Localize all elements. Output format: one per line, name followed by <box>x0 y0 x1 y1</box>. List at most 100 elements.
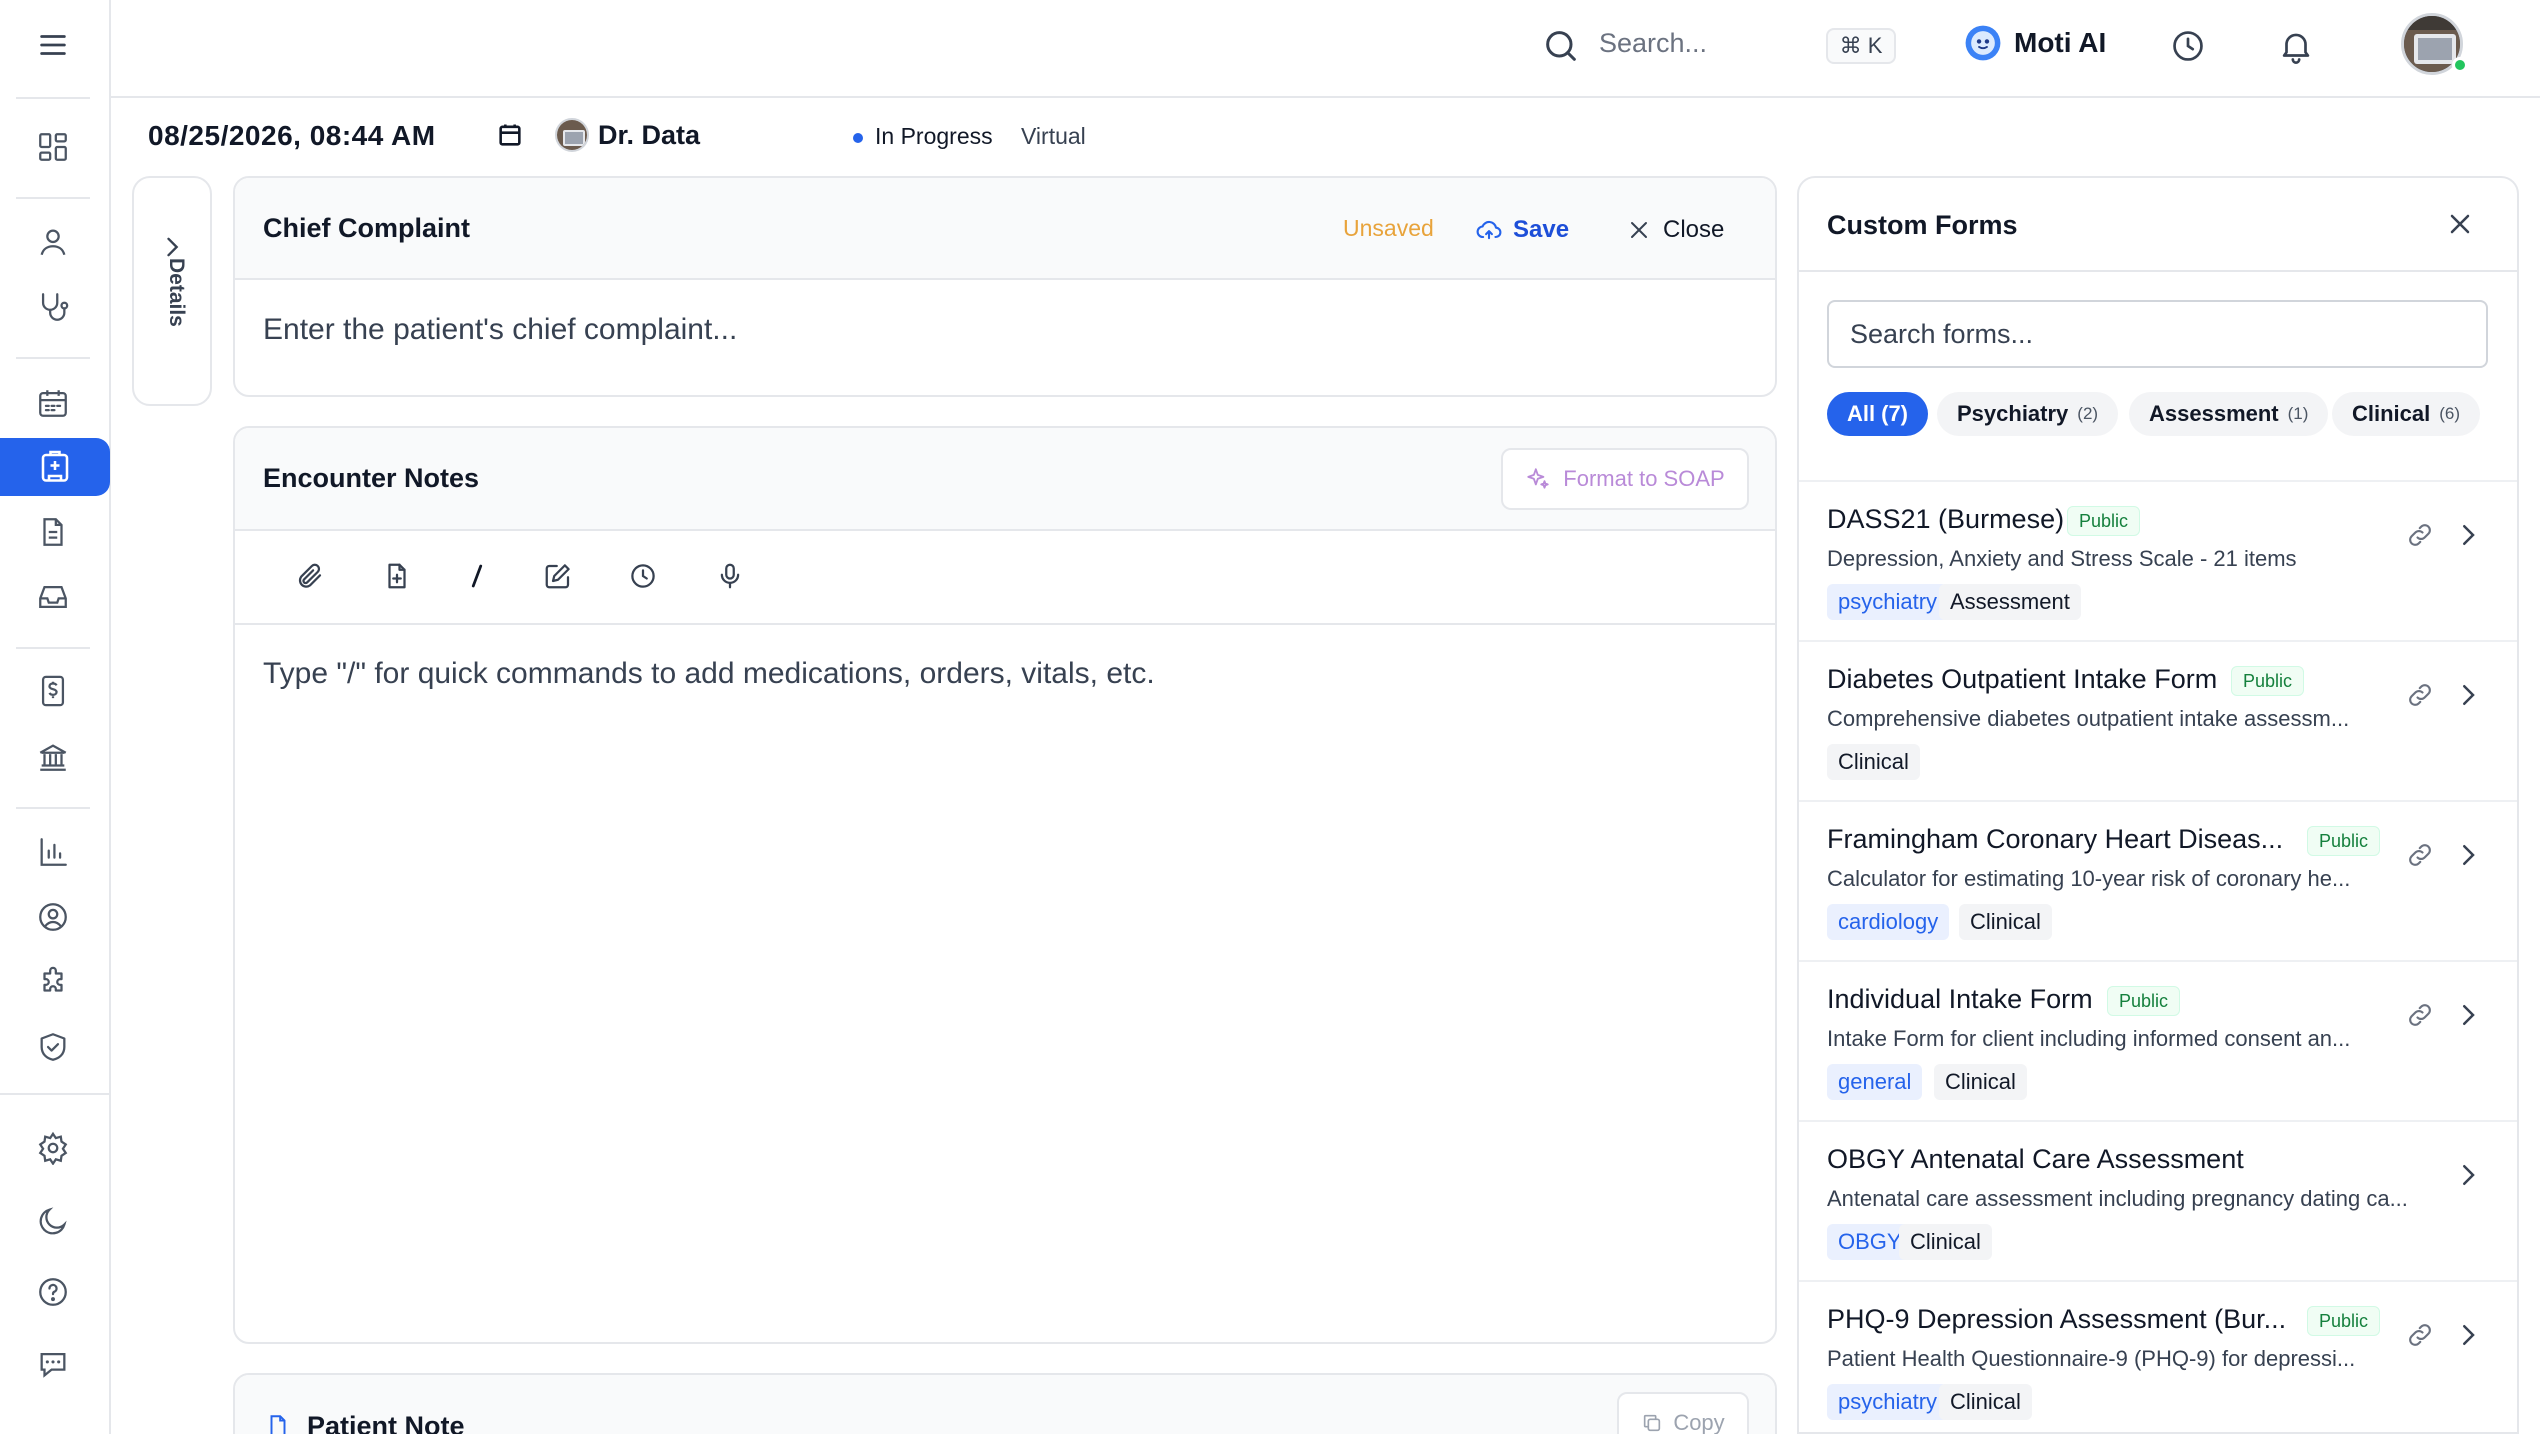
filter-chip-psychiatry[interactable]: Psychiatry (2) <box>1937 392 2119 436</box>
filter-chip-assessment[interactable]: Assessment (1) <box>2129 392 2329 436</box>
chevron-right-icon[interactable] <box>2453 1320 2483 1350</box>
puzzle-icon[interactable] <box>26 955 80 1009</box>
clock-icon[interactable] <box>628 561 658 591</box>
moon-icon[interactable] <box>26 1194 80 1248</box>
form-tag: Clinical <box>1827 744 1920 780</box>
form-list-item[interactable]: Framingham Coronary Heart Diseas... Publ… <box>1799 800 2517 960</box>
chief-complaint-header: Chief Complaint Unsaved Save Close <box>235 178 1775 280</box>
form-description: Antenatal care assessment including preg… <box>1827 1186 2408 1211</box>
patient-note-title: Patient Note <box>307 1411 465 1434</box>
encounter-status[interactable]: In Progress <box>875 123 993 150</box>
help-icon[interactable] <box>26 1265 80 1319</box>
sidebar-divider <box>16 97 90 99</box>
format-to-soap-label: Format to SOAP <box>1563 466 1725 491</box>
user-circle-icon[interactable] <box>26 890 80 944</box>
filter-count: (6) <box>2439 404 2461 423</box>
billing-icon[interactable] <box>26 664 80 718</box>
file-plus-icon[interactable] <box>382 561 412 591</box>
link-icon[interactable] <box>2405 680 2435 710</box>
chevron-right-icon <box>158 233 186 261</box>
public-badge: Public <box>2307 826 2381 856</box>
cloud-upload-icon <box>1475 216 1503 244</box>
filter-chip-clinical[interactable]: Clinical (6) <box>2332 392 2481 436</box>
details-tab-label: Details <box>165 258 188 327</box>
analytics-icon[interactable] <box>26 825 80 879</box>
encounter-notes-header: Encounter Notes Format to SOAP <box>235 428 1775 531</box>
calendar-icon[interactable] <box>26 376 80 430</box>
document-icon[interactable] <box>26 505 80 559</box>
form-title: OBGY Antenatal Care Assessment <box>1827 1144 2244 1174</box>
form-tag: Clinical <box>1939 1384 2032 1420</box>
history-icon[interactable] <box>2169 27 2207 65</box>
provider-name[interactable]: Dr. Data <box>598 120 700 151</box>
save-button[interactable]: Save <box>1475 210 1569 250</box>
chevron-right-icon[interactable] <box>2453 520 2483 550</box>
search-icon[interactable] <box>1541 26 1581 66</box>
chief-complaint-input[interactable]: Enter the patient's chief complaint... <box>263 313 737 347</box>
close-icon <box>1627 218 1651 242</box>
link-icon[interactable] <box>2405 520 2435 550</box>
form-description: Intake Form for client including informe… <box>1827 1026 2351 1051</box>
robot-icon <box>1964 24 2002 62</box>
chevron-right-icon[interactable] <box>2453 840 2483 870</box>
form-title: DASS21 (Burmese) <box>1827 504 2065 534</box>
copy-button[interactable]: Copy <box>1617 1392 1749 1434</box>
form-description: Depression, Anxiety and Stress Scale - 2… <box>1827 546 2297 571</box>
status-dot <box>853 133 863 143</box>
details-toggle-tab[interactable]: Details <box>132 176 212 406</box>
chat-icon[interactable] <box>26 1337 80 1391</box>
bell-icon[interactable] <box>2277 27 2315 65</box>
calendar-icon[interactable] <box>496 121 524 149</box>
close-button[interactable]: Close <box>1627 210 1724 250</box>
encounter-datetime[interactable]: 08/25/2026, 08:44 AM <box>148 120 436 152</box>
close-label: Close <box>1663 216 1725 243</box>
public-badge: Public <box>2067 506 2141 536</box>
chevron-right-icon[interactable] <box>2453 680 2483 710</box>
moti-ai-button[interactable]: Moti AI <box>1964 24 2106 62</box>
link-icon[interactable] <box>2405 1320 2435 1350</box>
form-list-item[interactable]: DASS21 (Burmese) Public Depression, Anxi… <box>1799 480 2517 640</box>
filter-chip-all[interactable]: All (7) <box>1827 392 1929 436</box>
close-icon[interactable] <box>2444 208 2476 240</box>
bank-icon[interactable] <box>26 730 80 784</box>
moti-ai-label: Moti AI <box>2014 27 2107 58</box>
encounters-icon[interactable] <box>0 438 110 496</box>
form-tag: psychiatry <box>1827 584 1949 620</box>
stethoscope-icon[interactable] <box>26 280 80 334</box>
public-badge: Public <box>2107 986 2181 1016</box>
form-list-item[interactable]: Individual Intake Form Public Intake For… <box>1799 960 2517 1120</box>
slash-command-icon[interactable] <box>462 561 492 591</box>
link-icon[interactable] <box>2405 840 2435 870</box>
menu-icon[interactable] <box>26 18 80 72</box>
left-sidebar <box>0 0 111 1434</box>
link-icon[interactable] <box>2405 1000 2435 1030</box>
form-list-item[interactable]: Diabetes Outpatient Intake Form Public C… <box>1799 640 2517 800</box>
sidebar-divider <box>16 647 90 649</box>
patient-icon[interactable] <box>26 215 80 269</box>
form-list-item[interactable]: PHQ-9 Depression Assessment (Bur... Publ… <box>1799 1280 2517 1432</box>
visit-type[interactable]: Virtual <box>1021 123 1086 150</box>
custom-forms-panel: Custom Forms Search forms... All (7) Psyc… <box>1797 176 2519 1434</box>
form-tag: Clinical <box>1934 1064 2027 1100</box>
sidebar-divider <box>0 1093 110 1095</box>
encounter-notes-editor[interactable]: Type "/" for quick commands to add medic… <box>263 657 1155 691</box>
dashboard-icon[interactable] <box>26 120 80 174</box>
edit-icon[interactable] <box>543 561 573 591</box>
form-tag: Clinical <box>1899 1224 1992 1260</box>
shield-icon[interactable] <box>26 1020 80 1074</box>
chevron-right-icon[interactable] <box>2453 1160 2483 1190</box>
form-description: Calculator for estimating 10-year risk o… <box>1827 866 2351 891</box>
settings-icon[interactable] <box>26 1121 80 1175</box>
chevron-right-icon[interactable] <box>2453 1000 2483 1030</box>
filter-label: Psychiatry <box>1957 401 2069 426</box>
forms-search-input[interactable]: Search forms... <box>1827 300 2488 368</box>
inbox-icon[interactable] <box>26 570 80 624</box>
paperclip-icon[interactable] <box>295 561 325 591</box>
form-list-item[interactable]: OBGY Antenatal Care Assessment Antenatal… <box>1799 1120 2517 1280</box>
filter-count: (2) <box>2077 404 2099 423</box>
form-description: Comprehensive diabetes outpatient intake… <box>1827 706 2350 731</box>
filter-label: Assessment <box>2149 401 2279 426</box>
microphone-icon[interactable] <box>715 561 745 591</box>
global-search-input[interactable]: Search... <box>1599 28 1707 59</box>
format-to-soap-button[interactable]: Format to SOAP <box>1501 448 1749 510</box>
